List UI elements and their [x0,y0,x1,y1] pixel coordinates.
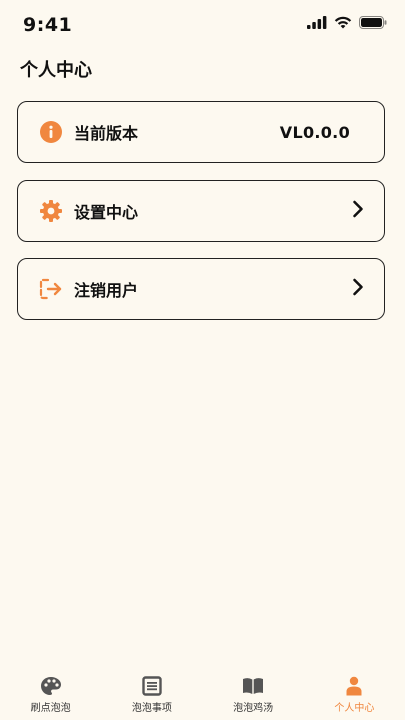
logout-icon [39,277,63,301]
tab-label: 泡泡鸡汤 [233,703,274,714]
status-time: 9:41 [23,14,73,36]
screen: 9:41 个人中心 当前版本 VL0.0.0 设置中心 注销用户 刷点泡泡 泡泡… [0,0,405,720]
chevron-right-icon [352,200,364,222]
tab-shuadian-paopao[interactable]: 刷点泡泡 [0,671,101,720]
status-icons [307,16,387,29]
tab-geren-zhongxin[interactable]: 个人中心 [304,671,405,720]
page-title: 个人中心 [20,60,92,81]
logout-card[interactable]: 注销用户 [17,258,385,320]
version-value: VL0.0.0 [279,122,350,142]
settings-card[interactable]: 设置中心 [17,180,385,242]
tab-label: 刷点泡泡 [30,703,71,714]
list-icon [141,676,163,696]
info-icon [39,120,63,144]
logout-label: 注销用户 [74,281,139,300]
gear-icon [39,199,63,223]
tab-paopao-jitang[interactable]: 泡泡鸡汤 [203,671,304,720]
status-bar: 9:41 [0,0,405,50]
bottom-tab-bar: 刷点泡泡 泡泡事项 泡泡鸡汤 个人中心 [0,671,405,720]
palette-icon [40,676,62,696]
settings-label: 设置中心 [74,203,139,222]
chevron-right-icon [352,278,364,300]
version-label: 当前版本 [74,124,139,143]
person-icon [343,676,365,696]
battery-icon [359,16,387,29]
tab-label: 泡泡事项 [131,703,172,714]
version-card[interactable]: 当前版本 VL0.0.0 [17,101,385,163]
tab-label: 个人中心 [334,703,375,714]
tab-paopao-shixiang[interactable]: 泡泡事项 [101,671,202,720]
book-icon [242,676,264,696]
cellular-signal-icon [307,16,327,29]
wifi-icon [334,16,352,29]
